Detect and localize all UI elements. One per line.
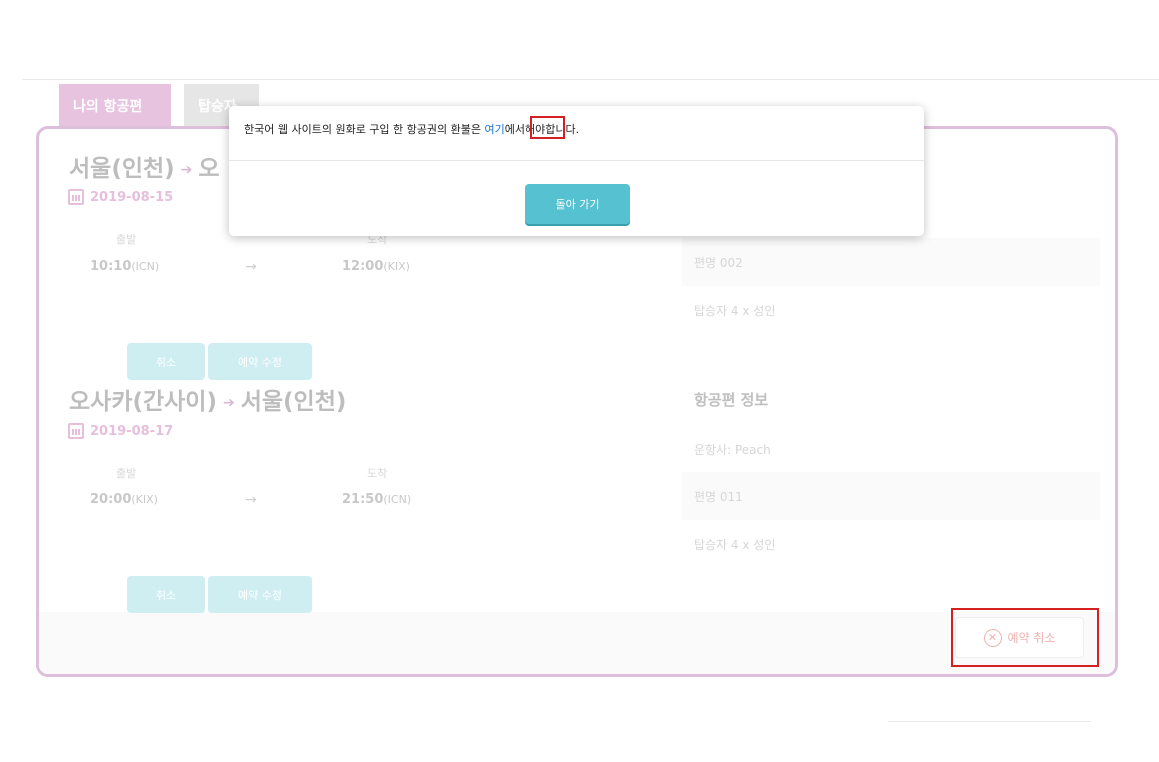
flight-info-title: 항공편 정보 xyxy=(694,391,769,409)
modify-button-1[interactable]: 예약 수정 xyxy=(208,343,312,380)
route-title-2: 오사카(간사이) ➔ 서울(인천) xyxy=(69,382,346,416)
footer-divider xyxy=(888,721,1091,722)
page: 나의 항공편 탑승자 서울(인천) ➔ 오 2019-08-15 출발 도착 10:… xyxy=(0,0,1159,762)
tab-my-flights[interactable]: 나의 항공편 xyxy=(59,84,171,128)
arrive-time-1: 12:00(KIX) xyxy=(342,259,410,274)
destination-2: 서울(인천) xyxy=(240,389,347,415)
cancel-button-2[interactable]: 취소 xyxy=(127,576,205,613)
route-title-1: 서울(인천) ➔ 오 xyxy=(69,149,220,183)
route-arrow-icon: ➔ xyxy=(180,162,193,178)
date-2: 2019-08-17 xyxy=(68,423,173,439)
arrive-label-2: 도착 xyxy=(367,467,388,480)
modal-message: 한국어 웹 사이트의 원화로 구입 한 항공권의 환불은 여기에서해야합니다. xyxy=(244,123,580,136)
operator-2: 운항사: Peach xyxy=(694,442,771,457)
flight-no-1: 편명 002 xyxy=(682,238,1100,286)
arrow-right-icon: → xyxy=(245,259,257,275)
passengers-1: 탑승자 4 x 성인 xyxy=(694,303,776,318)
origin-1: 서울(인천) xyxy=(69,156,175,182)
origin-2: 오사카(간사이) xyxy=(69,389,217,415)
header-divider xyxy=(22,79,1159,80)
depart-time-2: 20:00(KIX) xyxy=(90,492,158,507)
depart-time-1: 10:10(ICN) xyxy=(90,259,160,274)
highlight-box-link xyxy=(530,116,565,139)
modify-button-2[interactable]: 예약 수정 xyxy=(208,576,312,613)
cancel-button-1[interactable]: 취소 xyxy=(127,343,205,380)
date-text-2: 2019-08-17 xyxy=(90,423,174,439)
flight-no-2: 편명 011 xyxy=(682,472,1100,520)
highlight-box-cancel xyxy=(951,608,1099,667)
calendar-icon xyxy=(68,189,84,205)
refund-notice-modal: 한국어 웹 사이트의 원화로 구입 한 항공권의 환불은 여기에서해야합니다. … xyxy=(229,106,924,236)
route-arrow-icon: ➔ xyxy=(222,395,235,411)
destination-1: 오 xyxy=(198,156,220,182)
modal-divider xyxy=(229,160,924,161)
back-button[interactable]: 돌아 가기 xyxy=(525,184,630,224)
arrive-time-2: 21:50(ICN) xyxy=(342,492,412,507)
date-1: 2019-08-15 xyxy=(68,189,173,205)
arrow-right-icon: → xyxy=(245,492,257,508)
date-text-1: 2019-08-15 xyxy=(90,189,174,205)
passengers-2: 탑승자 4 x 성인 xyxy=(694,537,776,552)
calendar-icon xyxy=(68,423,84,439)
depart-label-1: 출발 xyxy=(116,233,137,246)
refund-here-link[interactable]: 여기 xyxy=(485,123,505,136)
depart-label-2: 출발 xyxy=(116,467,137,480)
